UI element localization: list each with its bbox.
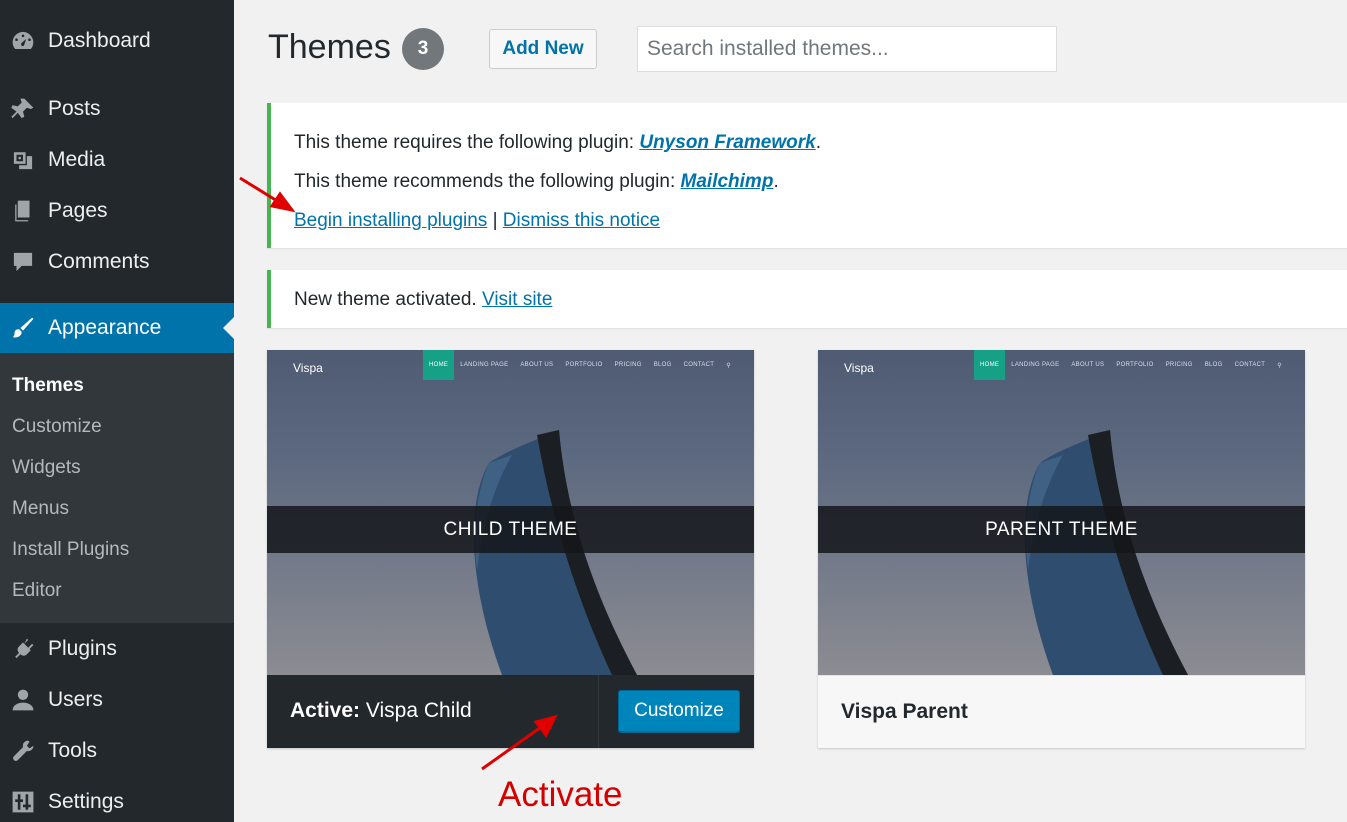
preview-nav-item: PRICING (614, 362, 642, 368)
submenu-item-widgets[interactable]: Widgets (12, 453, 81, 483)
required-plugin-line: This theme requires the following plugin… (294, 132, 821, 153)
recommended-plugin-line: This theme recommends the following plug… (294, 171, 779, 192)
sidebar-item-label: Settings (48, 790, 124, 813)
media-icon (8, 147, 38, 173)
preview-nav: HOME LANDING PAGE ABOUT US PORTFOLIO PRI… (974, 350, 1288, 380)
preview-nav: HOME LANDING PAGE ABOUT US PORTFOLIO PRI… (423, 350, 737, 380)
annotation-label: Activate (498, 775, 623, 814)
search-input[interactable] (637, 26, 1057, 72)
paintbrush-icon (8, 315, 38, 341)
sidebar-item-users[interactable]: Users (0, 675, 234, 725)
sidebar-item-label: Pages (48, 199, 108, 222)
theme-card-parent[interactable]: Vispa HOME LANDING PAGE ABOUT US PORTFOL… (818, 350, 1305, 748)
preview-nav-item: PRICING (1165, 362, 1193, 368)
sidebar-item-appearance[interactable]: Appearance (0, 303, 234, 353)
preview-nav-item: BLOG (1204, 362, 1223, 368)
customize-button[interactable]: Customize (618, 690, 740, 732)
sidebar-item-label: Posts (48, 97, 101, 120)
sidebar-item-label: Dashboard (48, 29, 151, 52)
comment-icon (8, 249, 38, 275)
preview-nav-item: CONTACT (1234, 362, 1266, 368)
sidebar-item-label: Media (48, 148, 106, 171)
preview-nav-item: PORTFOLIO (1116, 362, 1154, 368)
submenu-item-install-plugins[interactable]: Install Plugins (12, 535, 129, 565)
mailchimp-link[interactable]: Mailchimp (681, 171, 774, 192)
theme-band-label: CHILD THEME (267, 506, 754, 553)
sidebar-item-label: Plugins (48, 637, 117, 660)
sidebar-item-dashboard[interactable]: Dashboard (0, 16, 234, 66)
theme-card-footer: Active: Vispa Child Customize (267, 675, 754, 748)
preview-nav-item: ABOUT US (520, 362, 554, 368)
submenu-item-menus[interactable]: Menus (12, 494, 69, 524)
dashboard-icon (8, 28, 38, 54)
plugin-notice: This theme requires the following plugin… (267, 103, 1347, 248)
sidebar-item-media[interactable]: Media (0, 135, 234, 185)
preview-nav-item: HOME (974, 350, 1006, 380)
theme-card-footer: Vispa Parent (818, 675, 1305, 748)
appearance-submenu: Themes Customize Widgets Menus Install P… (0, 353, 234, 623)
preview-nav-item: BLOG (653, 362, 672, 368)
theme-name: Vispa Parent (841, 700, 968, 723)
theme-activated-notice: New theme activated. Visit site (267, 270, 1347, 328)
active-label: Active: (290, 699, 361, 722)
sidebar-item-label: Users (48, 688, 103, 711)
page-title: Themes (268, 28, 391, 66)
sidebar-item-settings[interactable]: Settings (0, 777, 234, 822)
preview-site-logo: Vispa (844, 361, 874, 375)
preview-nav-item: LANDING PAGE (1011, 362, 1060, 368)
sidebar-item-pages[interactable]: Pages (0, 186, 234, 236)
activated-message: New theme activated. Visit site (294, 289, 553, 310)
admin-sidebar: Dashboard Posts Media Pages Comments App… (0, 0, 234, 822)
theme-band-label: PARENT THEME (818, 506, 1305, 553)
theme-count-badge: 3 (402, 28, 444, 70)
sidebar-item-label: Comments (48, 250, 150, 273)
sidebar-item-posts[interactable]: Posts (0, 84, 234, 134)
theme-screenshot[interactable]: Vispa HOME LANDING PAGE ABOUT US PORTFOL… (267, 350, 754, 675)
settings-icon (8, 789, 38, 815)
theme-actions: Customize (598, 675, 754, 748)
dismiss-notice-link[interactable]: Dismiss this notice (503, 210, 660, 231)
sidebar-item-label: Appearance (48, 316, 162, 339)
theme-screenshot[interactable]: Vispa HOME LANDING PAGE ABOUT US PORTFOL… (818, 350, 1305, 675)
add-new-button[interactable]: Add New (489, 29, 597, 69)
preview-nav-item: PORTFOLIO (565, 362, 603, 368)
preview-nav-item: ABOUT US (1071, 362, 1105, 368)
preview-nav-item: HOME (423, 350, 455, 380)
pages-icon (8, 198, 38, 224)
plugin-icon (8, 636, 38, 662)
preview-nav-item: CONTACT (683, 362, 715, 368)
preview-nav-item: LANDING PAGE (460, 362, 509, 368)
unyson-framework-link[interactable]: Unyson Framework (639, 132, 815, 153)
pin-icon (8, 96, 38, 122)
theme-card-child[interactable]: Vispa HOME LANDING PAGE ABOUT US PORTFOL… (267, 350, 754, 748)
user-icon (8, 687, 38, 713)
preview-search-icon: ⚲ (1277, 362, 1282, 369)
preview-search-icon: ⚲ (726, 362, 731, 369)
preview-site-logo: Vispa (293, 361, 323, 375)
sidebar-item-comments[interactable]: Comments (0, 237, 234, 287)
theme-name: Active: Vispa Child (290, 699, 472, 722)
sidebar-item-plugins[interactable]: Plugins (0, 624, 234, 674)
begin-installing-plugins-link[interactable]: Begin installing plugins (294, 210, 487, 231)
wrench-icon (8, 738, 38, 764)
submenu-item-editor[interactable]: Editor (12, 576, 62, 606)
submenu-item-customize[interactable]: Customize (12, 412, 102, 442)
notice-actions: Begin installing plugins | Dismiss this … (294, 210, 661, 231)
sidebar-item-label: Tools (48, 739, 98, 762)
sidebar-item-tools[interactable]: Tools (0, 726, 234, 776)
visit-site-link[interactable]: Visit site (482, 289, 552, 310)
submenu-item-themes[interactable]: Themes (12, 371, 84, 401)
